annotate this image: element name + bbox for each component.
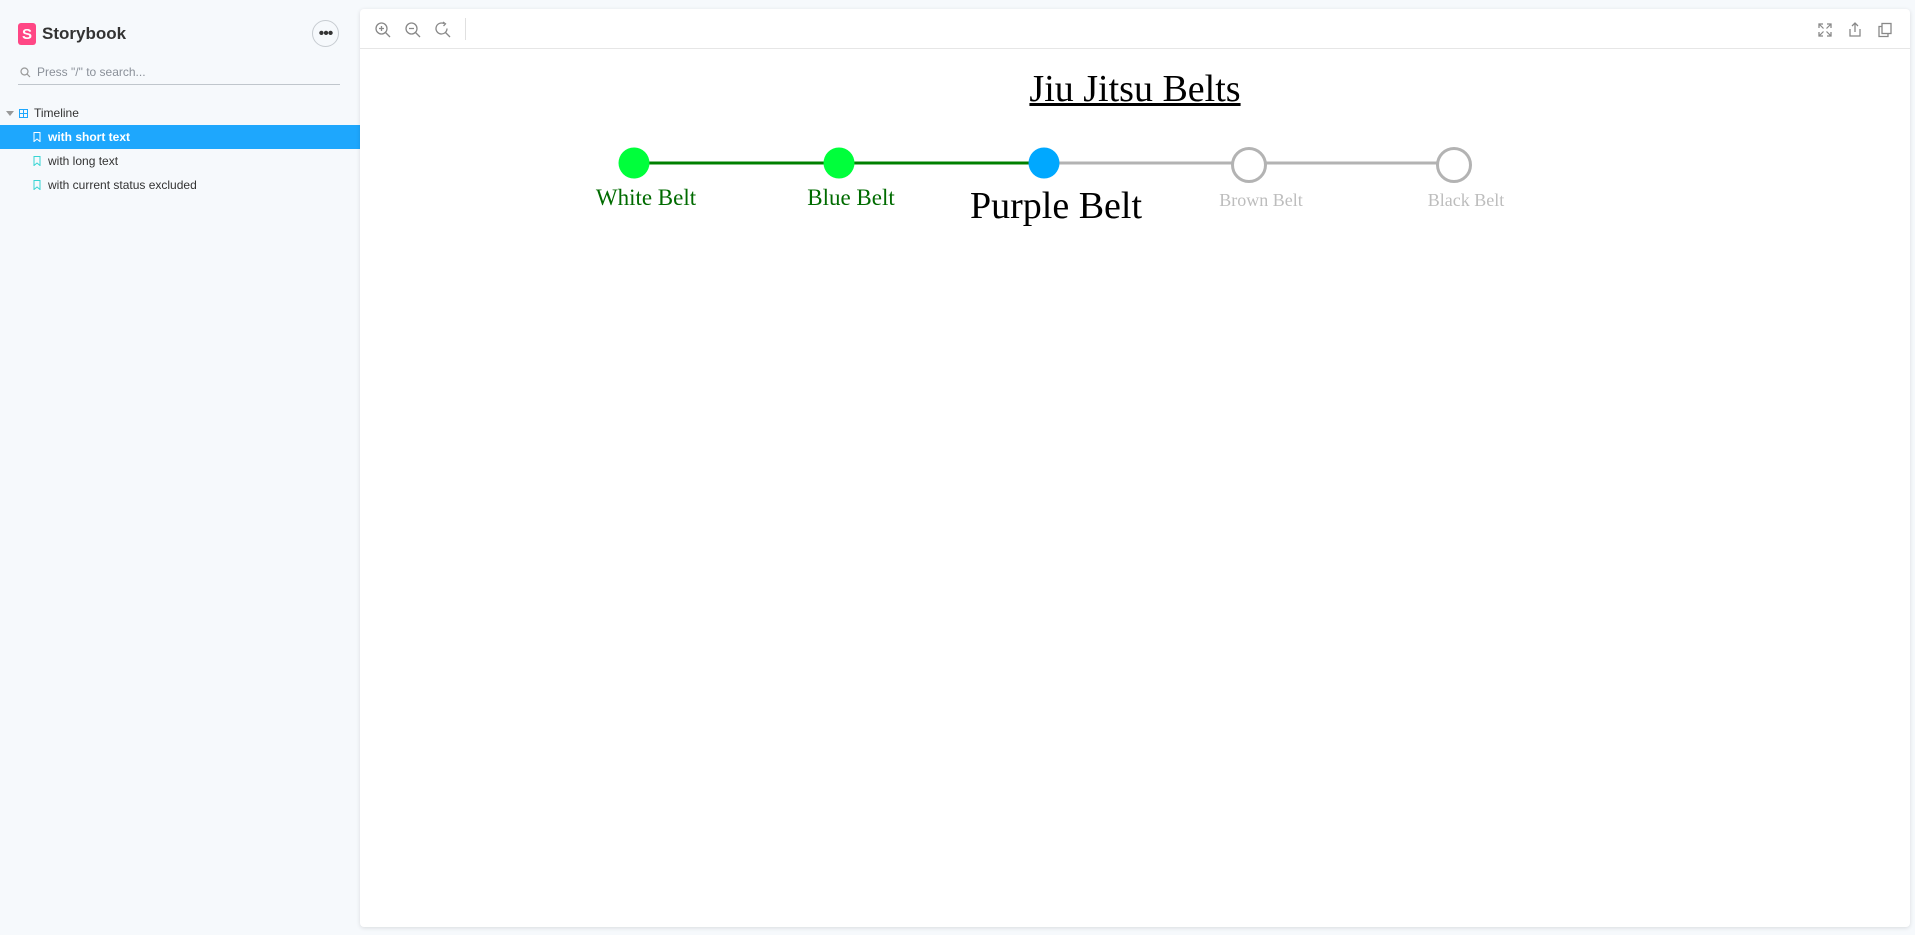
brand[interactable]: S Storybook <box>18 22 126 46</box>
settings-menu-button[interactable]: ••• <box>312 20 339 47</box>
tree-component-label: Timeline <box>34 106 79 120</box>
timeline-node-black-belt <box>1436 147 1472 183</box>
tree-story-with-long-text[interactable]: with long text <box>0 149 360 173</box>
timeline-label: Brown Belt <box>1219 190 1303 210</box>
timeline-label: Blue Belt <box>807 185 895 210</box>
timeline-node-brown-belt <box>1231 147 1267 183</box>
bookmark-icon <box>33 156 41 166</box>
preview-panel: Jiu Jitsu Belts White Belt Blue Belt Purpl… <box>360 9 1910 927</box>
share-icon[interactable] <box>1846 21 1864 39</box>
sidebar: S Storybook ••• Timeline with short text <box>0 0 360 935</box>
toolbar <box>360 9 1910 49</box>
bookmark-icon <box>33 180 41 190</box>
tree-story-with-short-text[interactable]: with short text <box>0 125 360 149</box>
timeline-node-purple-belt <box>1028 147 1060 179</box>
search-input[interactable] <box>37 65 327 79</box>
brand-name: Storybook <box>42 24 127 43</box>
chevron-down-icon <box>6 110 14 116</box>
fullscreen-icon[interactable] <box>1816 21 1834 39</box>
storybook-logo-icon: S <box>18 23 36 45</box>
timeline-label: Purple Belt <box>969 185 1143 227</box>
story-canvas: Jiu Jitsu Belts White Belt Blue Belt Purpl… <box>360 49 1910 927</box>
ellipsis-icon: ••• <box>318 24 334 42</box>
tree-story-label: with long text <box>48 154 119 168</box>
timeline-label: White Belt <box>595 185 697 210</box>
timeline-node-white-belt <box>618 147 650 179</box>
reset-zoom-icon[interactable] <box>434 21 452 39</box>
bookmark-icon <box>33 132 41 142</box>
tree-story-label: with short text <box>48 130 131 144</box>
search-icon <box>20 66 31 77</box>
timeline-node-blue-belt <box>823 147 855 179</box>
tree-story-label: with current status excluded <box>48 178 197 192</box>
tree-component-timeline[interactable]: Timeline <box>0 101 360 125</box>
zoom-out-icon[interactable] <box>404 21 422 39</box>
component-icon <box>19 108 28 118</box>
zoom-in-icon[interactable] <box>374 21 392 39</box>
tree-story-with-current-status-excluded[interactable]: with current status excluded <box>0 173 360 197</box>
copy-icon[interactable] <box>1876 21 1894 39</box>
timeline-label: Black Belt <box>1427 190 1505 210</box>
story-tree: Timeline with short text with long text … <box>0 101 360 197</box>
search-box <box>18 60 340 85</box>
toolbar-divider <box>465 18 466 40</box>
